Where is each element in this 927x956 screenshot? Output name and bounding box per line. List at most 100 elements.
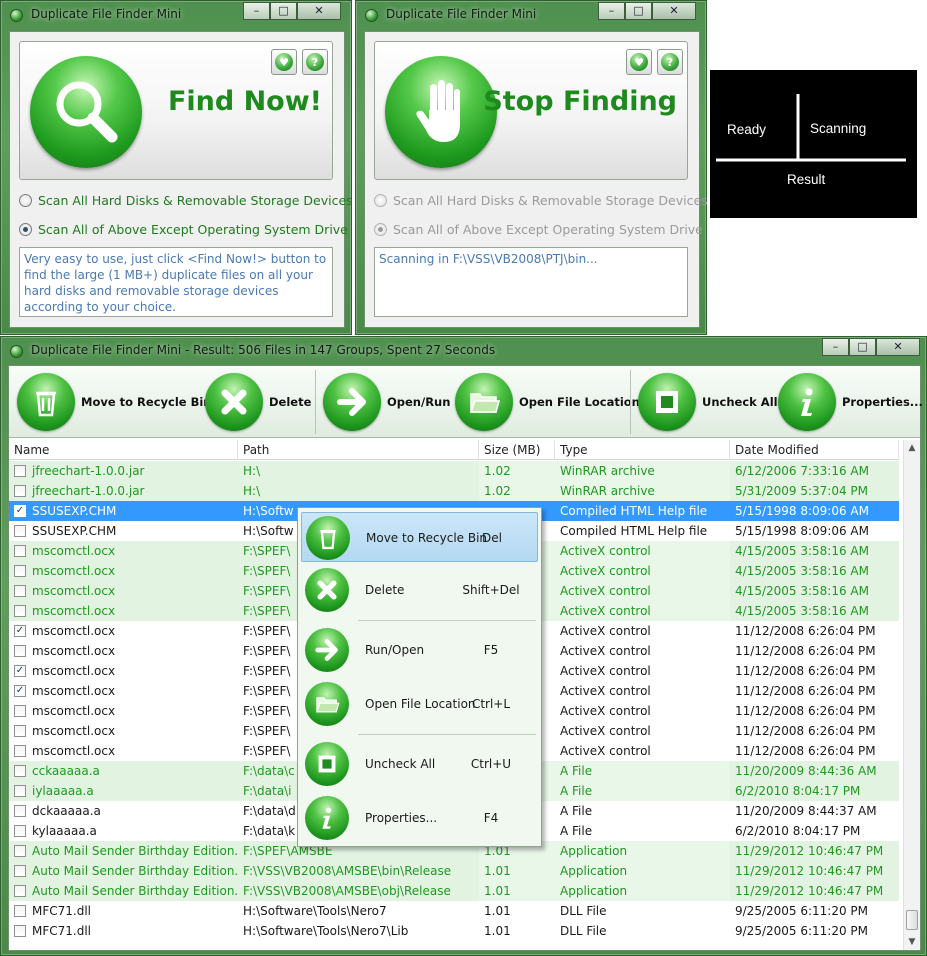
title-bar[interactable]: Duplicate File Finder Mini – □ ✕ [356,1,706,29]
row-checkbox[interactable] [14,845,26,857]
table-row[interactable]: jfreechart-1.0.0.jar H:\ 1.02 WinRAR archiv… [9,461,899,481]
menu-item-delete[interactable]: Delete Shift+Del [301,565,538,615]
file-type: ActiveX control [560,564,651,578]
vertical-scrollbar[interactable]: ▲ ▼ [903,440,920,950]
scroll-up-icon[interactable]: ▲ [904,440,920,456]
row-checkbox[interactable] [14,525,26,537]
app-icon [10,9,23,22]
properties-button[interactable]: Properties... [778,372,923,432]
menu-item-properties[interactable]: Properties... F4 [301,793,538,843]
row-checkbox[interactable] [14,485,26,497]
menu-shortcut: Del [482,531,502,545]
row-checkbox[interactable] [14,785,26,797]
file-date: 9/25/2005 6:11:20 PM [735,924,869,938]
table-row[interactable]: Auto Mail Sender Birthday Edition... F:\V… [9,861,899,881]
close-button[interactable]: ✕ [652,2,696,20]
table-row[interactable]: jfreechart-1.0.0.jar H:\ 1.02 WinRAR archiv… [9,481,899,501]
row-checkbox[interactable] [14,725,26,737]
table-row[interactable]: MFC71.dll H:\Software\Tools\Nero7\Lib 1.01… [9,921,899,941]
file-type: ActiveX control [560,704,651,718]
table-row[interactable]: Auto Mail Sender Birthday Edition... F:\V… [9,881,899,901]
title-bar[interactable]: Duplicate File Finder Mini - Result: 506… [1,337,926,365]
row-checkbox[interactable] [14,805,26,817]
row-checkbox[interactable] [14,705,26,717]
file-path: H:\Softw [243,504,294,518]
menu-item-run-open[interactable]: Run/Open F5 [301,625,538,675]
file-type: Compiled HTML Help file [560,504,708,518]
column-header-date[interactable]: Date Modified [730,440,899,460]
square-icon [305,742,349,786]
maximize-button[interactable]: □ [849,338,876,356]
maximize-button[interactable]: □ [270,2,297,20]
file-type: Application [560,884,628,898]
row-checkbox[interactable] [14,645,26,657]
file-date: 5/31/2009 5:37:04 PM [735,484,869,498]
open-run-button[interactable]: Open/Run [323,372,450,432]
row-checkbox[interactable] [14,465,26,477]
window-title: Duplicate File Finder Mini - Result: 506… [31,343,496,357]
column-header-path[interactable]: Path [238,440,479,460]
menu-item-uncheck-all[interactable]: Uncheck All Ctrl+U [301,739,538,789]
minimize-button[interactable]: – [243,2,270,20]
help-icon[interactable]: ? [657,49,683,75]
file-name: mscomctl.ocx [32,624,116,638]
minimize-button[interactable]: – [598,2,625,20]
row-checkbox[interactable] [14,545,26,557]
file-name: Auto Mail Sender Birthday Edition... [32,864,238,878]
recycle-bin-button[interactable]: Move to Recycle Bin [17,372,211,432]
toolbar-separator [630,370,631,434]
file-type: ActiveX control [560,744,651,758]
radio-button[interactable] [19,222,32,236]
maximize-button[interactable]: □ [625,2,652,20]
file-date: 11/12/2008 6:26:04 PM [735,684,876,698]
row-checkbox[interactable] [14,865,26,877]
minimize-button[interactable]: – [822,338,849,356]
uncheck-all-button[interactable]: Uncheck All [638,372,778,432]
row-checkbox[interactable] [14,585,26,597]
column-header-type[interactable]: Type [555,440,730,460]
row-checkbox[interactable] [14,925,26,937]
menu-separator [358,620,536,621]
radio-button[interactable] [19,193,32,207]
row-checkbox[interactable] [14,745,26,757]
table-row[interactable]: MFC71.dll H:\Software\Tools\Nero7 1.01 DLL … [9,901,899,921]
row-checkbox[interactable] [14,905,26,917]
menu-item-open-location[interactable]: Open File Location Ctrl+L [301,679,538,729]
row-checkbox[interactable]: ✓ [14,505,26,517]
row-checkbox[interactable]: ✓ [14,625,26,637]
file-size: 1.01 [484,864,511,878]
toolbar-label: Uncheck All [702,395,778,409]
scroll-down-icon[interactable]: ▼ [904,934,920,950]
file-path: F:\data\c [243,764,295,778]
row-checkbox[interactable]: ✓ [14,685,26,697]
scroll-thumb[interactable] [906,910,918,930]
title-bar[interactable]: Duplicate File Finder Mini – □ ✕ [1,1,351,29]
heart-icon[interactable]: ♥ [626,49,652,75]
row-checkbox[interactable] [14,605,26,617]
close-button[interactable]: ✕ [876,338,920,356]
menu-item-recycle[interactable]: Move to Recycle Bin Del [301,512,538,562]
radio-scan-all[interactable]: Scan All Hard Disks & Removable Storage … [19,191,353,209]
help-icon[interactable]: ? [302,49,328,75]
row-checkbox[interactable]: ✓ [14,665,26,677]
file-type: A File [560,784,593,798]
close-button[interactable]: ✕ [297,2,341,20]
file-name: dckaaaaa.a [32,804,101,818]
radio-scan-except-os[interactable]: Scan All of Above Except Operating Syste… [19,220,348,238]
menu-separator [358,734,536,735]
row-checkbox[interactable] [14,765,26,777]
column-header-size[interactable]: Size (MB) [479,440,555,460]
file-name: iylaaaaa.a [32,784,94,798]
column-header-name[interactable]: Name [9,440,238,460]
file-name: mscomctl.ocx [32,644,116,658]
row-checkbox[interactable] [14,885,26,897]
open-location-button[interactable]: Open File Location [455,372,640,432]
radio-button [374,193,387,207]
row-checkbox[interactable] [14,825,26,837]
row-checkbox[interactable] [14,565,26,577]
delete-button[interactable]: Delete [205,372,311,432]
heart-icon[interactable]: ♥ [271,49,297,75]
file-date: 6/2/2010 8:04:17 PM [735,784,861,798]
radio-label: Scan All of Above Except Operating Syste… [393,221,703,237]
file-path: F:\data\d [243,804,296,818]
